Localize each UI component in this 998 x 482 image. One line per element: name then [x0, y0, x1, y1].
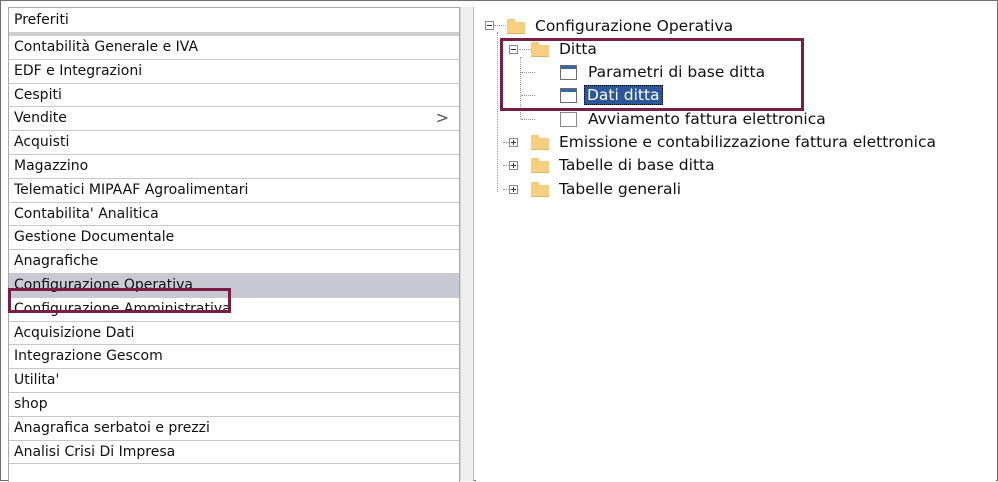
form-icon [560, 112, 577, 127]
tree-node-parametri[interactable]: Parametri di base ditta [588, 61, 765, 83]
menu-item-contabilita-generale[interactable]: Contabilità Generale e IVA [9, 36, 459, 60]
tree-node-dati-ditta[interactable]: Dati ditta [584, 84, 663, 106]
menu-item-edf-integrazioni[interactable]: EDF e Integrazioni [9, 60, 459, 84]
tree-connector [519, 49, 531, 50]
tree-connector [521, 95, 535, 96]
expand-toggle-icon[interactable] [509, 161, 518, 170]
menu-item-acquisti[interactable]: Acquisti [9, 131, 459, 155]
main-menu: Preferiti Contabilità Generale e IVA EDF… [8, 7, 460, 482]
form-icon [560, 88, 577, 103]
menu-item-acquisizione-dati[interactable]: Acquisizione Dati [9, 322, 459, 346]
menu-item-shop[interactable]: shop [9, 393, 459, 417]
menu-item-label: Vendite [14, 110, 67, 127]
tree-connector [521, 119, 535, 120]
menu-item-analisi-crisi[interactable]: Analisi Crisi Di Impresa [9, 441, 459, 465]
collapse-toggle-icon[interactable] [509, 45, 518, 54]
menu-item-telematici[interactable]: Telematici MIPAAF Agroalimentari [9, 179, 459, 203]
folder-icon [531, 42, 549, 57]
tree-connector [494, 25, 506, 26]
tree-connector [520, 57, 521, 119]
menu-item-contabilita-analitica[interactable]: Contabilita' Analitica [9, 203, 459, 227]
folder-icon [531, 158, 549, 173]
menu-item-utilita[interactable]: Utilita' [9, 369, 459, 393]
expand-toggle-icon[interactable] [509, 185, 518, 194]
menu-header-preferiti[interactable]: Preferiti [9, 8, 459, 36]
menu-item-cespiti[interactable]: Cespiti [9, 84, 459, 108]
tree-node-tabelle-base[interactable]: Tabelle di base ditta [559, 154, 715, 176]
tree-connector [497, 32, 498, 192]
tree-node-tabelle-generali[interactable]: Tabelle generali [559, 178, 681, 200]
menu-item-anagrafica-serbatoi[interactable]: Anagrafica serbatoi e prezzi [9, 417, 459, 441]
chevron-right-icon: > [435, 108, 449, 128]
form-icon [560, 65, 577, 80]
collapse-toggle-icon[interactable] [485, 21, 494, 30]
menu-item-configurazione-amministrativa[interactable]: Configurazione Amministrativa [9, 298, 459, 322]
tree-view: Configurazione Operativa Ditta Parametri… [476, 7, 996, 481]
menu-item-gestione-documentale[interactable]: Gestione Documentale [9, 226, 459, 251]
tree-node-emissione[interactable]: Emissione e contabilizzazione fattura el… [559, 131, 936, 153]
tree-node-ditta[interactable]: Ditta [559, 38, 597, 60]
tree-connector [521, 72, 535, 73]
menu-item-anagrafiche[interactable]: Anagrafiche [9, 250, 459, 274]
menu-item-integrazione-gescom[interactable]: Integrazione Gescom [9, 345, 459, 370]
expand-toggle-icon[interactable] [509, 138, 518, 147]
menu-item-vendite[interactable]: Vendite > [9, 107, 459, 132]
panel-splitter[interactable] [460, 7, 474, 481]
folder-icon [531, 135, 549, 150]
tree-node-root[interactable]: Configurazione Operativa [535, 15, 733, 37]
folder-icon [531, 182, 549, 197]
menu-item-magazzino[interactable]: Magazzino [9, 155, 459, 179]
menu-item-configurazione-operativa[interactable]: Configurazione Operativa [9, 273, 459, 298]
tree-node-avviamento[interactable]: Avviamento fattura elettronica [588, 108, 826, 130]
selected-node-label: Dati ditta [584, 85, 663, 105]
folder-icon [507, 19, 525, 34]
